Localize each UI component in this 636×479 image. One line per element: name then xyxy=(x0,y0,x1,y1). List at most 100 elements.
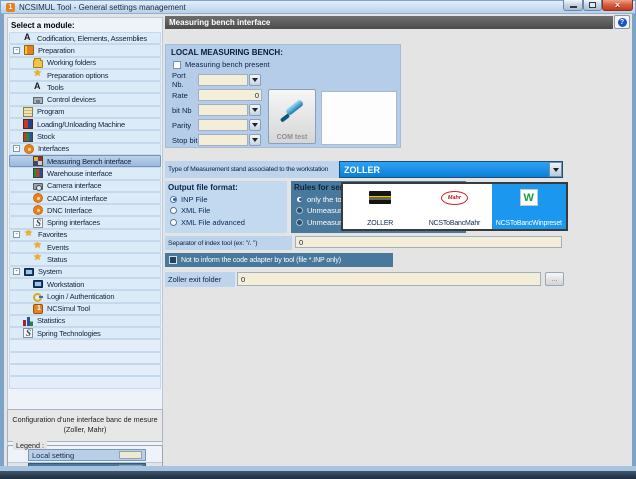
legend-local-swatch xyxy=(119,451,142,459)
sidebar-item-statistics[interactable]: Statistics xyxy=(9,315,161,327)
sidebar-item-measuring-bench-interface[interactable]: Measuring Bench interface xyxy=(9,155,161,167)
inp-file-label: INP File xyxy=(181,195,208,204)
rate-field[interactable]: 0 xyxy=(198,89,262,101)
machine-icon xyxy=(23,119,33,129)
stand-type-dropdown-button[interactable] xyxy=(549,162,562,177)
sidebar-item-workstation[interactable]: Workstation xyxy=(9,278,161,290)
sidebar-item-working-folders[interactable]: Working folders xyxy=(9,57,161,69)
close-button[interactable]: × xyxy=(602,0,633,11)
local-measuring-bench-panel: LOCAL MEASURING BENCH: Measuring bench p… xyxy=(165,44,401,148)
xml-file-label: XML File xyxy=(181,206,210,215)
bit-nb-dropdown-button[interactable] xyxy=(249,104,261,116)
collapse-expander-icon[interactable]: - xyxy=(13,268,20,275)
sidebar-item-events[interactable]: Events xyxy=(9,241,161,253)
chevron-down-icon xyxy=(252,138,258,142)
winpreset-logo-icon: W xyxy=(520,189,538,206)
radio-rules-option-1[interactable] xyxy=(296,196,303,203)
collapse-expander-icon[interactable]: - xyxy=(13,145,20,152)
sidebar-item-loading-unloading-machine[interactable]: Loading/Unloading Machine xyxy=(9,118,161,130)
dropdown-option-zoller-label: ZOLLER xyxy=(343,220,417,227)
sidebar-item-warehouse-interface[interactable]: Warehouse interface xyxy=(9,167,161,179)
sidebar-item-interfaces[interactable]: -Interfaces xyxy=(9,143,161,155)
sidebar-item-program[interactable]: Program xyxy=(9,106,161,118)
measuring-bench-present-checkbox[interactable] xyxy=(173,61,181,69)
sidebar-item-label: Warehouse interface xyxy=(47,169,112,178)
stop-bit-dropdown-button[interactable] xyxy=(249,134,261,146)
sidebar-item-spring-interfaces[interactable]: Spring interfaces xyxy=(9,216,161,228)
collapse-expander-icon[interactable]: - xyxy=(13,231,20,238)
sidebar-item-label: Camera interface xyxy=(47,181,101,190)
xml-file-advanced-label: XML File advanced xyxy=(181,218,245,227)
help-button[interactable]: ? xyxy=(614,15,630,29)
sidebar-item-label: Spring Technologies xyxy=(37,329,101,338)
star-icon xyxy=(33,70,43,80)
ncsimul-icon xyxy=(33,304,43,314)
window-title: NCSIMUL Tool - General settings manageme… xyxy=(19,3,186,12)
codification-icon xyxy=(23,33,33,43)
sidebar-item-spring-technologies[interactable]: Spring Technologies xyxy=(9,327,161,339)
dropdown-option-winpreset[interactable]: W NCSToBancWinpreset xyxy=(492,184,566,229)
bit-nb-combo[interactable] xyxy=(198,104,248,116)
stop-bit-combo[interactable] xyxy=(198,134,248,146)
sidebar-item-camera-interface[interactable]: Camera interface xyxy=(9,180,161,192)
radio-rules-option-3[interactable] xyxy=(296,219,303,226)
sidebar-item-preparation[interactable]: -Preparation xyxy=(9,44,161,56)
separator-field[interactable]: 0 xyxy=(295,236,562,248)
sidebar-item-label: Working folders xyxy=(47,58,96,67)
sidebar-empty-row xyxy=(9,376,161,388)
sidebar-item-cadcam-interface[interactable]: CADCAM interface xyxy=(9,192,161,204)
key-icon xyxy=(33,292,43,302)
sidebar-tree: Codification, Elements, Assemblies-Prepa… xyxy=(9,32,161,389)
radio-rules-option-2[interactable] xyxy=(296,207,303,214)
sidebar-item-ncsimul-tool[interactable]: NCSimul Tool xyxy=(9,303,161,315)
sidebar-item-label: Favorites xyxy=(38,230,67,239)
collapse-expander-icon[interactable]: - xyxy=(13,47,20,54)
dropdown-option-mahr[interactable]: Mahr NCSToBancMahr xyxy=(417,184,491,229)
sidebar-item-label: Statistics xyxy=(37,316,65,325)
minimize-button[interactable] xyxy=(563,0,583,11)
sidebar-item-system[interactable]: - System xyxy=(9,266,161,278)
parity-combo[interactable] xyxy=(198,119,248,131)
bit-nb-label: bit Nb xyxy=(172,106,198,115)
program-icon xyxy=(23,107,33,117)
chevron-down-icon xyxy=(252,108,258,112)
stock-icon xyxy=(23,132,33,142)
sidebar-item-favorites[interactable]: - Favorites xyxy=(9,229,161,241)
stand-type-label: Type of Measurement stand associated to … xyxy=(165,161,339,178)
chevron-down-icon xyxy=(252,78,258,82)
sidebar-item-label: System xyxy=(38,267,62,276)
sidebar-item-preparation-options[interactable]: Preparation options xyxy=(9,69,161,81)
preview-box xyxy=(321,91,397,145)
sidebar-item-label: NCSimul Tool xyxy=(47,304,90,313)
sidebar-item-login-authentication[interactable]: Login / Authentication xyxy=(9,290,161,302)
tools-icon xyxy=(33,82,43,92)
dropdown-option-zoller[interactable]: ZOLLER xyxy=(343,184,417,229)
dropdown-option-mahr-label: NCSToBancMahr xyxy=(417,220,491,227)
zoller-exit-folder-field[interactable]: 0 xyxy=(237,272,541,286)
adapter-code-checkbox[interactable] xyxy=(169,256,177,264)
maximize-button[interactable] xyxy=(583,0,602,11)
sidebar-item-dnc-interface[interactable]: DNC Interface xyxy=(9,204,161,216)
sidebar-item-label: CADCAM interface xyxy=(47,194,107,203)
star-icon xyxy=(33,242,43,252)
spring-icon xyxy=(33,218,43,228)
parity-dropdown-button[interactable] xyxy=(249,119,261,131)
stand-type-combo[interactable]: ZOLLER xyxy=(339,161,563,178)
zoller-logo-icon xyxy=(369,191,391,204)
probe-icon-tip xyxy=(280,113,290,122)
monitor-icon xyxy=(24,268,34,276)
gear-icon xyxy=(33,205,43,215)
sidebar-item-stock[interactable]: Stock xyxy=(9,130,161,142)
port-nb-dropdown-button[interactable] xyxy=(249,74,261,86)
port-nb-combo[interactable] xyxy=(198,74,248,86)
radio-xml-file-advanced[interactable] xyxy=(170,219,177,226)
sidebar-item-codification-elements-assemblies[interactable]: Codification, Elements, Assemblies xyxy=(9,32,161,44)
radio-xml-file[interactable] xyxy=(170,207,177,214)
sidebar-item-control-devices[interactable]: Control devices xyxy=(9,93,161,105)
com-test-button[interactable]: COM test xyxy=(268,89,316,144)
sidebar-item-label: Tools xyxy=(47,83,64,92)
sidebar-item-status[interactable]: Status xyxy=(9,253,161,265)
radio-inp-file[interactable] xyxy=(170,196,177,203)
sidebar-item-tools[interactable]: Tools xyxy=(9,81,161,93)
browse-button[interactable]: ... xyxy=(545,272,564,286)
